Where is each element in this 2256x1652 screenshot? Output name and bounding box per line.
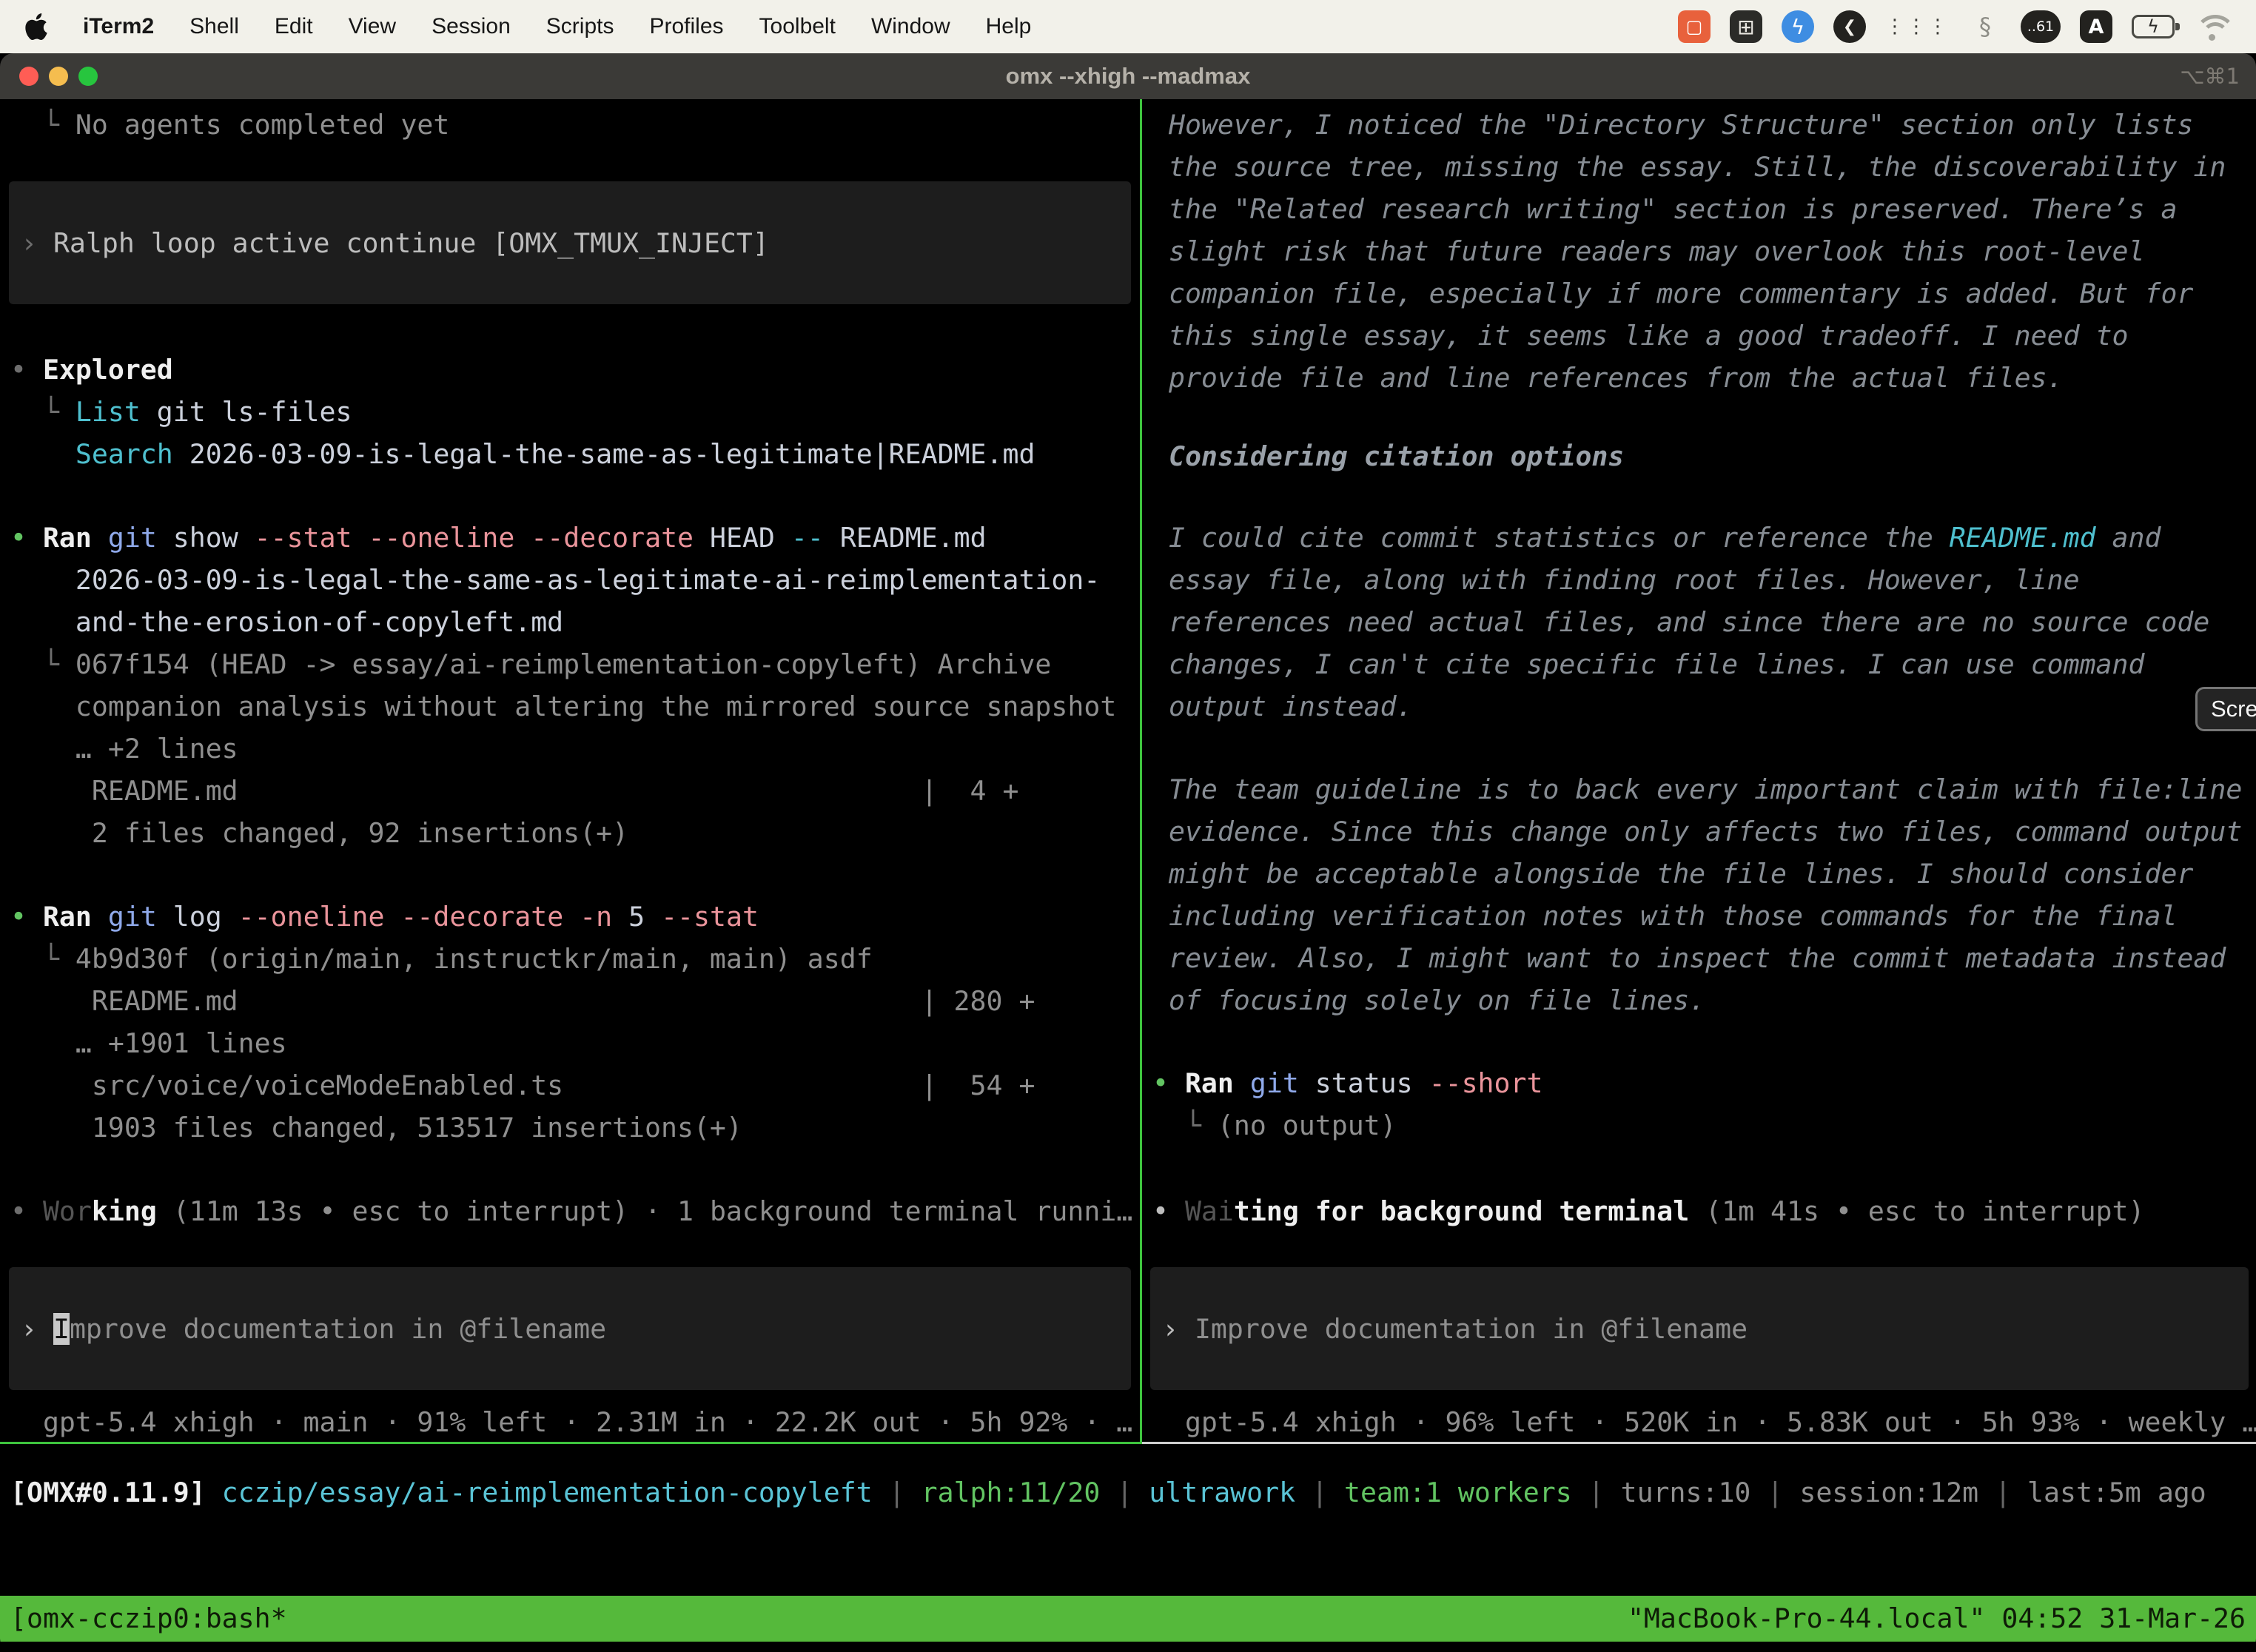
terminal-line: Search 2026-03-09-is-legal-the-same-as-l… xyxy=(10,433,1140,475)
terminal-line: • Ran git log --oneline --decorate -n 5 … xyxy=(10,896,1140,938)
terminal-line: src/voice/voiceModeEnabled.ts | 54 + xyxy=(10,1064,1140,1107)
terminal-line: references need actual files, and since … xyxy=(1152,601,2256,643)
working-status-line: • Working (11m 13s • esc to interrupt) ·… xyxy=(10,1190,1140,1232)
menu-item-scripts[interactable]: Scripts xyxy=(546,14,614,39)
terminal-line: companion file, especially if more comme… xyxy=(1152,272,2256,315)
terminal-line: might be acceptable alongside the file l… xyxy=(1152,853,2256,895)
tmux-status-bar: [omx-cczip0:bash* "MacBook-Pro-44.local"… xyxy=(0,1596,2256,1642)
waiting-status-line: • Waiting for background terminal (1m 41… xyxy=(1152,1190,2256,1232)
terminal-line: provide file and line references from th… xyxy=(1152,357,2256,399)
hook-icon[interactable]: § xyxy=(1969,10,2001,43)
terminal-line: … +2 lines xyxy=(10,728,1140,770)
screen-recording-icon[interactable]: ▢ xyxy=(1678,10,1711,43)
omx-status-bar: [OMX#0.11.9] cczip/essay/ai-reimplementa… xyxy=(10,1471,2256,1514)
terminal-line: • Explored xyxy=(10,349,1140,391)
terminal-line: └ No agents completed yet xyxy=(10,104,1140,146)
menu-item-shell[interactable]: Shell xyxy=(189,14,239,39)
right-pane[interactable]: However, I noticed the "Directory Struct… xyxy=(1142,99,2256,1442)
dots-grid-icon[interactable]: ⋮⋮⋮ xyxy=(1885,10,1950,43)
bolt-badge-icon[interactable]: ϟ xyxy=(1782,10,1814,43)
pane-status-left: gpt-5.4 xhigh · main · 91% left · 2.31M … xyxy=(10,1401,1140,1442)
terminal-line: 2 files changed, 92 insertions(+) xyxy=(10,812,1140,854)
terminal-line: The team guideline is to back every impo… xyxy=(1152,768,2256,810)
screen-share-overlay-label: Scre xyxy=(2211,696,2256,722)
terminal-line: slight risk that future readers may over… xyxy=(1152,230,2256,272)
terminal-line: this single essay, it seems like a good … xyxy=(1152,315,2256,357)
menu-item-toolbelt[interactable]: Toolbelt xyxy=(759,14,836,39)
terminal-line: └ List git ls-files xyxy=(10,391,1140,433)
terminal-line: essay file, along with finding root file… xyxy=(1152,559,2256,601)
terminal-line: • Ran git show --stat --oneline --decora… xyxy=(10,517,1140,559)
terminal-line: 2026-03-09-is-legal-the-same-as-legitima… xyxy=(10,559,1140,601)
terminal-line: └ 067f154 (HEAD -> essay/ai-reimplementa… xyxy=(10,643,1140,685)
window-shortcut-label: ⌥⌘1 xyxy=(2180,53,2240,99)
terminal-line: including verification notes with those … xyxy=(1152,895,2256,937)
screen-share-overlay[interactable]: Scre xyxy=(2195,687,2256,731)
apple-menu-icon[interactable] xyxy=(25,12,50,41)
menu-item-window[interactable]: Window xyxy=(871,14,950,39)
terminal-line: … +1901 lines xyxy=(10,1022,1140,1064)
left-pane[interactable]: └ No agents completed yet › Ralph loop ac… xyxy=(0,99,1140,1442)
terminal-line: • Ran git status --short xyxy=(1152,1062,2256,1104)
menubar-items: iTerm2 Shell Edit View Session Scripts Profile… xyxy=(83,14,1031,39)
terminal-line: README.md | 280 + xyxy=(10,980,1140,1022)
pane-border-bottom-right xyxy=(1142,1442,2256,1444)
terminal-line: README.md | 4 + xyxy=(10,770,1140,812)
menu-item-iterm2[interactable]: iTerm2 xyxy=(83,14,154,39)
menu-item-profiles[interactable]: Profiles xyxy=(649,14,723,39)
reasoning-heading: Considering citation options xyxy=(1152,435,2256,477)
terminal-line: changes, I can't cite specific file line… xyxy=(1152,643,2256,685)
injected-prompt-box: › Ralph loop active continue [OMX_TMUX_I… xyxy=(9,181,1131,304)
a-badge-icon[interactable]: A xyxy=(2080,10,2112,43)
tmux-window-label[interactable]: [omx-cczip0:bash* xyxy=(10,1596,287,1642)
pane-border-bottom-left xyxy=(0,1442,1140,1444)
terminal-line: I could cite commit statistics or refere… xyxy=(1152,517,2256,559)
menubar-status: ▢ ⊞ ϟ ❮ ⋮⋮⋮ § ..61 Aϟ xyxy=(1678,10,2229,43)
menubar: iTerm2 Shell Edit View Session Scripts Profile… xyxy=(0,0,2256,53)
terminal-line: └ (no output) xyxy=(1152,1104,2256,1146)
prompt-input-left[interactable]: › Improve documentation in @filename xyxy=(9,1267,1131,1390)
terminal-line: output instead. xyxy=(1152,685,2256,728)
terminal-line: However, I noticed the "Directory Struct… xyxy=(1152,104,2256,146)
iterm2-window: omx --xhigh --madmax ⌥⌘1 └ No agents com… xyxy=(0,53,2256,1652)
titlebar: omx --xhigh --madmax ⌥⌘1 xyxy=(0,53,2256,99)
battery-charging-icon[interactable]: ϟ xyxy=(2132,15,2175,38)
menu-item-session[interactable]: Session xyxy=(432,14,511,39)
terminal-line: evidence. Since this change only affects… xyxy=(1152,810,2256,853)
prompt-input-right[interactable]: › Improve documentation in @filename xyxy=(1150,1267,2249,1390)
terminal-line: of focusing solely on file lines. xyxy=(1152,979,2256,1021)
pane-divider[interactable] xyxy=(1140,99,1142,1444)
terminal-line: the source tree, missing the essay. Stil… xyxy=(1152,146,2256,188)
menu-item-help[interactable]: Help xyxy=(986,14,1032,39)
terminal-line: └ 4b9d30f (origin/main, instructkr/main,… xyxy=(10,938,1140,980)
terminal-line: review. Also, I might want to inspect th… xyxy=(1152,937,2256,979)
screen: { "menubar": { "items": [ {"label": "iTe… xyxy=(0,0,2256,1652)
terminal-line: and-the-erosion-of-copyleft.md xyxy=(10,601,1140,643)
arc-browser-icon[interactable]: ❮ xyxy=(1833,10,1866,43)
pane-status-right: gpt-5.4 xhigh · 96% left · 520K in · 5.8… xyxy=(1152,1401,2256,1442)
menu-item-edit[interactable]: Edit xyxy=(275,14,313,39)
menu-item-view[interactable]: View xyxy=(349,14,396,39)
wifi-icon[interactable] xyxy=(2194,12,2229,41)
battery-61-icon[interactable]: ..61 xyxy=(2021,10,2061,43)
tmux-host-label: "MacBook-Pro-44.local" 04:52 31-Mar-26 xyxy=(1628,1596,2246,1642)
terminal-line: 1903 files changed, 513517 insertions(+) xyxy=(10,1107,1140,1149)
terminal-line: the "Related research writing" section i… xyxy=(1152,188,2256,230)
window-title: omx --xhigh --madmax xyxy=(0,53,2256,99)
terminal-line: companion analysis without altering the … xyxy=(10,685,1140,728)
shield-grid-icon[interactable]: ⊞ xyxy=(1730,10,1762,43)
